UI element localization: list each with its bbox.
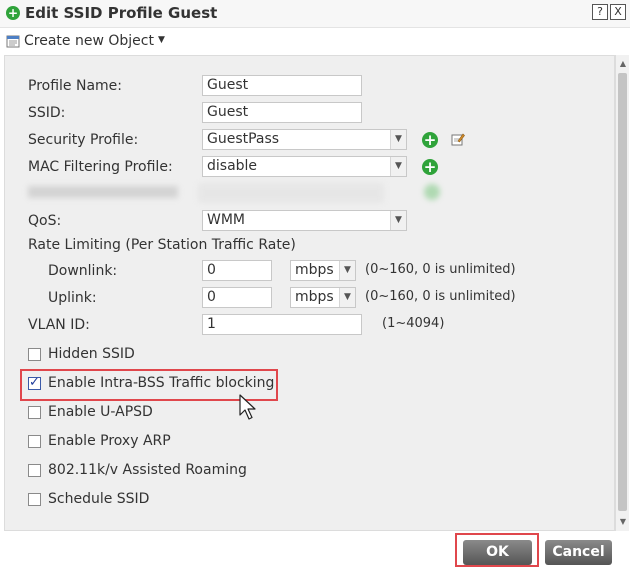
cancel-button[interactable]: Cancel [545, 540, 612, 565]
proxy-arp-checkbox[interactable] [28, 435, 41, 448]
chevron-down-icon[interactable]: ▼ [339, 261, 355, 280]
downlink-unit-value: mbps [295, 262, 334, 278]
downlink-unit-select[interactable]: mbps ▼ [290, 260, 356, 281]
scroll-down-icon[interactable]: ▼ [616, 515, 630, 529]
toolbar: Create new Object ▼ [0, 29, 630, 55]
scroll-thumb[interactable] [618, 73, 627, 511]
dialog-titlebar: + Edit SSID Profile Guest ? X [0, 0, 630, 28]
chevron-down-icon[interactable]: ▼ [390, 157, 406, 176]
security-profile-label: Security Profile: [28, 132, 139, 148]
uplink-input[interactable]: 0 [202, 287, 272, 308]
chevron-down-icon[interactable]: ▼ [158, 35, 165, 45]
hidden-ssid-label: Hidden SSID [48, 346, 135, 362]
ssid-input[interactable]: Guest [202, 102, 362, 123]
chevron-down-icon[interactable]: ▼ [339, 288, 355, 307]
intra-bss-blocking-checkbox[interactable]: ✓ [28, 375, 41, 390]
scroll-up-icon[interactable]: ▲ [616, 57, 630, 71]
qos-value: WMM [207, 212, 246, 228]
schedule-ssid-checkbox[interactable] [28, 493, 41, 506]
assisted-roaming-checkbox[interactable] [28, 464, 41, 477]
u-apsd-label: Enable U-APSD [48, 404, 153, 420]
mouse-pointer-icon [239, 394, 256, 420]
add-circle-icon: + [6, 6, 20, 20]
checkmark-icon: ✓ [29, 375, 40, 390]
hidden-ssid-checkbox[interactable] [28, 348, 41, 361]
chevron-down-icon[interactable]: ▼ [390, 211, 406, 230]
security-profile-value: GuestPass [207, 131, 280, 147]
chevron-down-icon[interactable]: ▼ [390, 130, 406, 149]
blurred-row [22, 180, 442, 206]
downlink-hint: (0~160, 0 is unlimited) [365, 262, 516, 277]
vertical-scrollbar[interactable]: ▲ ▼ [615, 55, 629, 531]
close-button[interactable]: X [610, 4, 626, 20]
assisted-roaming-label: 802.11k/v Assisted Roaming [48, 462, 247, 478]
qos-select[interactable]: WMM ▼ [202, 210, 407, 231]
add-mac-filtering-icon[interactable]: + [422, 159, 438, 175]
mac-filtering-value: disable [207, 158, 258, 174]
ssid-label: SSID: [28, 105, 66, 121]
security-profile-select[interactable]: GuestPass ▼ [202, 129, 407, 150]
intra-bss-blocking-label: Enable Intra-BSS Traffic blocking [48, 375, 275, 391]
vlan-id-label: VLAN ID: [28, 317, 90, 333]
profile-name-input[interactable]: Guest [202, 75, 362, 96]
vlan-id-input[interactable]: 1 [202, 314, 362, 335]
help-button[interactable]: ? [592, 4, 608, 20]
mac-filtering-label: MAC Filtering Profile: [28, 159, 173, 175]
mac-filtering-select[interactable]: disable ▼ [202, 156, 407, 177]
u-apsd-checkbox[interactable] [28, 406, 41, 419]
uplink-hint: (0~160, 0 is unlimited) [365, 289, 516, 304]
dialog-title: Edit SSID Profile Guest [25, 4, 218, 22]
uplink-unit-value: mbps [295, 289, 334, 305]
add-security-profile-icon[interactable]: + [422, 132, 438, 148]
create-new-object-menu[interactable]: Create new Object [24, 33, 154, 49]
downlink-label: Downlink: [48, 263, 118, 279]
downlink-input[interactable]: 0 [202, 260, 272, 281]
schedule-ssid-label: Schedule SSID [48, 491, 150, 507]
proxy-arp-label: Enable Proxy ARP [48, 433, 171, 449]
profile-name-label: Profile Name: [28, 78, 123, 94]
rate-limiting-label: Rate Limiting (Per Station Traffic Rate) [28, 237, 296, 253]
qos-label: QoS: [28, 213, 62, 229]
new-object-icon [6, 35, 20, 48]
edit-icon[interactable] [451, 132, 465, 146]
uplink-unit-select[interactable]: mbps ▼ [290, 287, 356, 308]
vlan-id-hint: (1~4094) [382, 316, 445, 331]
uplink-label: Uplink: [48, 290, 97, 306]
ok-button[interactable]: OK [463, 540, 532, 565]
